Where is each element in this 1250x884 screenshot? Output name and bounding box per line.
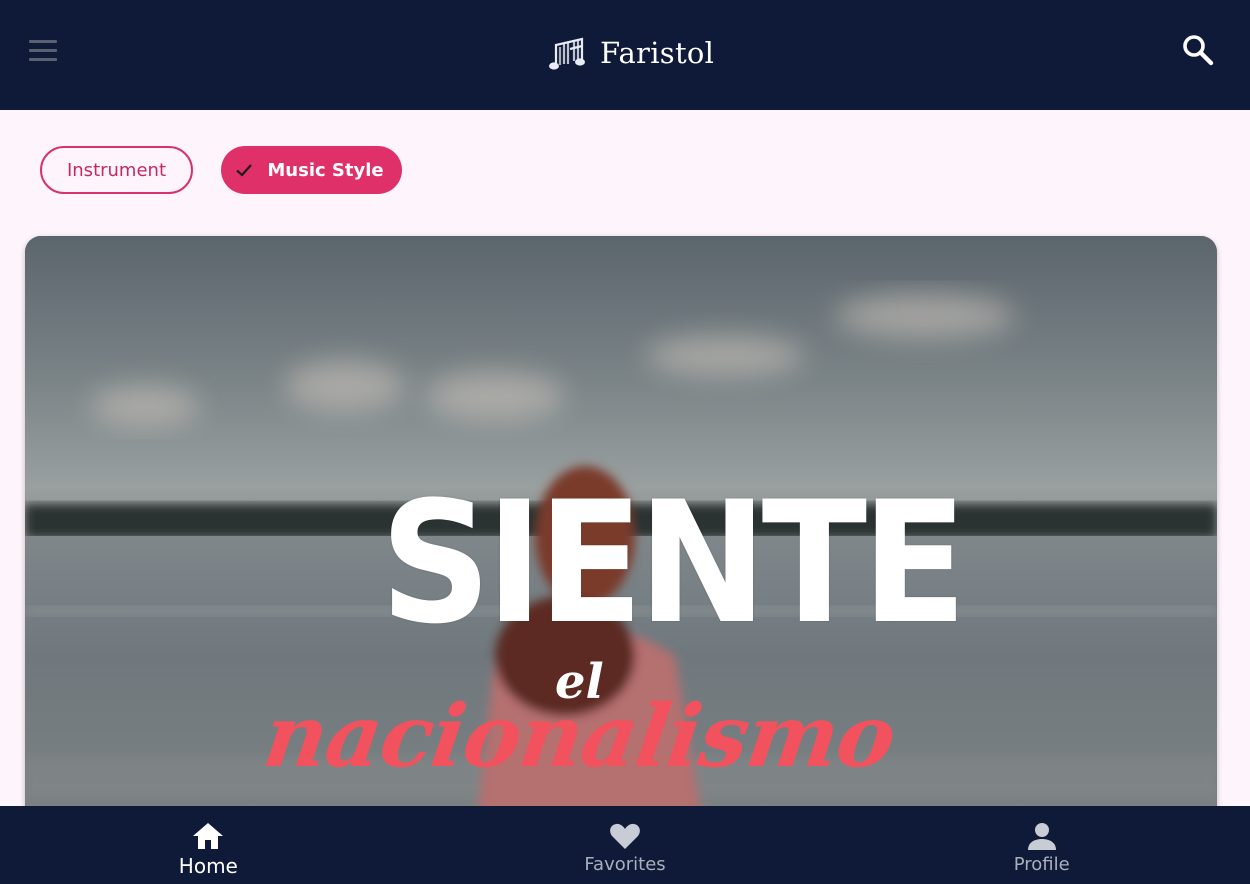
filter-chip-music-style[interactable]: Music Style [221,146,402,194]
nav-label-favorites: Favorites [584,854,666,875]
bottom-navigation: Home Favorites Profile [0,806,1250,884]
nav-item-home[interactable]: Home [0,806,417,884]
menu-icon-line [29,48,57,52]
menu-icon-line [29,57,57,61]
home-icon [193,823,224,849]
nav-item-favorites[interactable]: Favorites [417,806,834,884]
nav-label-profile: Profile [1013,854,1070,875]
app-title: Faristol [600,36,715,70]
music-notes-logo-icon [549,37,585,70]
search-icon [1183,35,1214,66]
nav-label-home: Home [178,854,238,878]
chip-label: Music Style [267,159,384,181]
person-icon [1027,823,1056,850]
nav-item-profile[interactable]: Profile [833,806,1250,884]
poster-subtitle: nacionalismo [257,686,902,787]
filter-chip-instrument[interactable]: Instrument [40,146,193,194]
chip-label: Instrument [66,159,167,181]
heart-icon [610,823,640,849]
featured-card[interactable]: SIENTE el nacionalismo [25,236,1217,836]
search-button[interactable] [1178,30,1218,70]
check-icon [236,164,253,177]
menu-icon-line [29,39,57,43]
poster-title: SIENTE [380,465,967,661]
app-logo: Faristol [548,30,714,76]
menu-button[interactable] [22,30,64,70]
top-app-bar: Faristol [0,0,1250,110]
